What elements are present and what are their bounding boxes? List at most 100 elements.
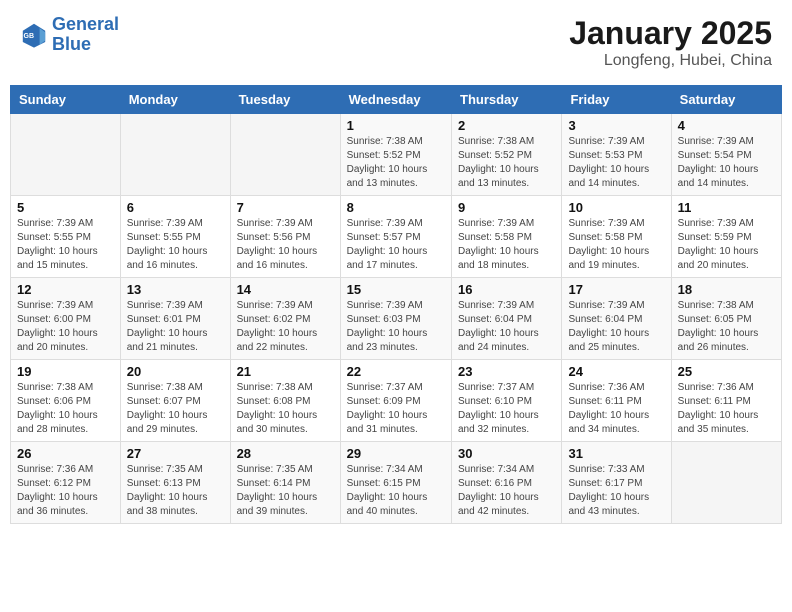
weekday-header-thursday: Thursday: [452, 86, 562, 114]
day-info: Sunrise: 7:38 AM Sunset: 5:52 PM Dayligh…: [347, 135, 445, 191]
calendar-cell: 7 Sunrise: 7:39 AM Sunset: 5:56 PM Daylig…: [230, 196, 340, 278]
day-number: 10: [568, 200, 664, 215]
calendar-cell: 2Sunrise: 7:38 AM Sunset: 5:52 PM Daylig…: [452, 114, 562, 196]
location-title: Longfeng, Hubei, China: [569, 52, 772, 70]
day-info: Sunrise: 7:39 AM Sunset: 5:53 PM Dayligh…: [568, 135, 664, 191]
calendar-cell: 29 Sunrise: 7:34 AM Sunset: 6:15 PM Dayli…: [340, 442, 451, 524]
calendar-week-row: 19Sunrise: 7:38 AM Sunset: 6:06 PM Dayli…: [11, 360, 782, 442]
day-info: Sunrise: 7:39 AM Sunset: 6:00 PM Dayligh…: [17, 299, 114, 355]
day-info: Sunrise: 7:35 AM Sunset: 6:13 PM Dayligh…: [127, 463, 224, 519]
calendar-cell: 13 Sunrise: 7:39 AM Sunset: 6:01 PM Dayli…: [120, 278, 230, 360]
day-number: 26: [17, 446, 114, 461]
day-info: Sunrise: 7:39 AM Sunset: 5:56 PM Dayligh…: [237, 217, 334, 273]
calendar-cell: 11 Sunrise: 7:39 AM Sunset: 5:59 PM Dayli…: [671, 196, 781, 278]
day-info: Sunrise: 7:39 AM Sunset: 5:57 PM Dayligh…: [347, 217, 445, 273]
day-info: Sunrise: 7:33 AM Sunset: 6:17 PM Dayligh…: [568, 463, 664, 519]
logo-line2: Blue: [52, 34, 91, 54]
calendar-cell: 10 Sunrise: 7:39 AM Sunset: 5:58 PM Dayli…: [562, 196, 671, 278]
weekday-header-saturday: Saturday: [671, 86, 781, 114]
day-info: Sunrise: 7:37 AM Sunset: 6:10 PM Dayligh…: [458, 381, 555, 437]
calendar-table: SundayMondayTuesdayWednesdayThursdayFrid…: [10, 85, 782, 524]
day-info: Sunrise: 7:39 AM Sunset: 6:02 PM Dayligh…: [237, 299, 334, 355]
weekday-header-monday: Monday: [120, 86, 230, 114]
calendar-cell: 21 Sunrise: 7:38 AM Sunset: 6:08 PM Dayli…: [230, 360, 340, 442]
calendar-week-row: 5 Sunrise: 7:39 AM Sunset: 5:55 PM Daylig…: [11, 196, 782, 278]
page-header: GB General Blue January 2025 Longfeng, H…: [10, 10, 782, 75]
day-number: 18: [678, 282, 775, 297]
calendar-cell: [230, 114, 340, 196]
day-info: Sunrise: 7:37 AM Sunset: 6:09 PM Dayligh…: [347, 381, 445, 437]
day-info: Sunrise: 7:39 AM Sunset: 5:59 PM Dayligh…: [678, 217, 775, 273]
day-number: 11: [678, 200, 775, 215]
day-info: Sunrise: 7:39 AM Sunset: 5:58 PM Dayligh…: [568, 217, 664, 273]
logo-line1: General: [52, 14, 119, 34]
day-info: Sunrise: 7:36 AM Sunset: 6:11 PM Dayligh…: [678, 381, 775, 437]
calendar-cell: 25 Sunrise: 7:36 AM Sunset: 6:11 PM Dayli…: [671, 360, 781, 442]
day-number: 24: [568, 364, 664, 379]
day-info: Sunrise: 7:38 AM Sunset: 6:08 PM Dayligh…: [237, 381, 334, 437]
day-info: Sunrise: 7:38 AM Sunset: 6:06 PM Dayligh…: [17, 381, 114, 437]
calendar-cell: [120, 114, 230, 196]
calendar-cell: [671, 442, 781, 524]
day-number: 17: [568, 282, 664, 297]
day-info: Sunrise: 7:36 AM Sunset: 6:11 PM Dayligh…: [568, 381, 664, 437]
day-info: Sunrise: 7:39 AM Sunset: 5:55 PM Dayligh…: [127, 217, 224, 273]
day-number: 7: [237, 200, 334, 215]
day-info: Sunrise: 7:34 AM Sunset: 6:15 PM Dayligh…: [347, 463, 445, 519]
day-number: 21: [237, 364, 334, 379]
day-number: 25: [678, 364, 775, 379]
day-info: Sunrise: 7:39 AM Sunset: 5:58 PM Dayligh…: [458, 217, 555, 273]
day-number: 16: [458, 282, 555, 297]
calendar-cell: 14 Sunrise: 7:39 AM Sunset: 6:02 PM Dayli…: [230, 278, 340, 360]
weekday-header-row: SundayMondayTuesdayWednesdayThursdayFrid…: [11, 86, 782, 114]
month-title: January 2025: [569, 15, 772, 52]
calendar-cell: 28 Sunrise: 7:35 AM Sunset: 6:14 PM Dayli…: [230, 442, 340, 524]
day-info: Sunrise: 7:39 AM Sunset: 5:55 PM Dayligh…: [17, 217, 114, 273]
calendar-cell: 1 Sunrise: 7:38 AM Sunset: 5:52 PM Daylig…: [340, 114, 451, 196]
calendar-cell: 12 Sunrise: 7:39 AM Sunset: 6:00 PM Dayli…: [11, 278, 121, 360]
day-info: Sunrise: 7:35 AM Sunset: 6:14 PM Dayligh…: [237, 463, 334, 519]
day-number: 13: [127, 282, 224, 297]
weekday-header-friday: Friday: [562, 86, 671, 114]
calendar-cell: 19Sunrise: 7:38 AM Sunset: 6:06 PM Dayli…: [11, 360, 121, 442]
day-info: Sunrise: 7:38 AM Sunset: 6:05 PM Dayligh…: [678, 299, 775, 355]
day-number: 27: [127, 446, 224, 461]
day-number: 31: [568, 446, 664, 461]
day-info: Sunrise: 7:39 AM Sunset: 6:01 PM Dayligh…: [127, 299, 224, 355]
calendar-cell: 20Sunrise: 7:38 AM Sunset: 6:07 PM Dayli…: [120, 360, 230, 442]
day-number: 1: [347, 118, 445, 133]
calendar-cell: 15Sunrise: 7:39 AM Sunset: 6:03 PM Dayli…: [340, 278, 451, 360]
calendar-week-row: 12 Sunrise: 7:39 AM Sunset: 6:00 PM Dayli…: [11, 278, 782, 360]
day-info: Sunrise: 7:34 AM Sunset: 6:16 PM Dayligh…: [458, 463, 555, 519]
day-number: 14: [237, 282, 334, 297]
day-number: 6: [127, 200, 224, 215]
calendar-cell: 27 Sunrise: 7:35 AM Sunset: 6:13 PM Dayli…: [120, 442, 230, 524]
day-info: Sunrise: 7:36 AM Sunset: 6:12 PM Dayligh…: [17, 463, 114, 519]
day-number: 22: [347, 364, 445, 379]
calendar-cell: 16Sunrise: 7:39 AM Sunset: 6:04 PM Dayli…: [452, 278, 562, 360]
calendar-cell: 9 Sunrise: 7:39 AM Sunset: 5:58 PM Daylig…: [452, 196, 562, 278]
day-number: 15: [347, 282, 445, 297]
day-number: 5: [17, 200, 114, 215]
calendar-cell: 30Sunrise: 7:34 AM Sunset: 6:16 PM Dayli…: [452, 442, 562, 524]
day-number: 28: [237, 446, 334, 461]
day-number: 2: [458, 118, 555, 133]
calendar-cell: 4Sunrise: 7:39 AM Sunset: 5:54 PM Daylig…: [671, 114, 781, 196]
day-number: 29: [347, 446, 445, 461]
weekday-header-tuesday: Tuesday: [230, 86, 340, 114]
calendar-cell: 5 Sunrise: 7:39 AM Sunset: 5:55 PM Daylig…: [11, 196, 121, 278]
day-number: 8: [347, 200, 445, 215]
calendar-cell: 24 Sunrise: 7:36 AM Sunset: 6:11 PM Dayli…: [562, 360, 671, 442]
day-number: 9: [458, 200, 555, 215]
calendar-cell: 17 Sunrise: 7:39 AM Sunset: 6:04 PM Dayli…: [562, 278, 671, 360]
day-number: 20: [127, 364, 224, 379]
weekday-header-sunday: Sunday: [11, 86, 121, 114]
calendar-week-row: 26 Sunrise: 7:36 AM Sunset: 6:12 PM Dayli…: [11, 442, 782, 524]
day-info: Sunrise: 7:39 AM Sunset: 6:04 PM Dayligh…: [568, 299, 664, 355]
calendar-cell: 23Sunrise: 7:37 AM Sunset: 6:10 PM Dayli…: [452, 360, 562, 442]
weekday-header-wednesday: Wednesday: [340, 86, 451, 114]
calendar-cell: 26 Sunrise: 7:36 AM Sunset: 6:12 PM Dayli…: [11, 442, 121, 524]
day-number: 12: [17, 282, 114, 297]
calendar-week-row: 1 Sunrise: 7:38 AM Sunset: 5:52 PM Daylig…: [11, 114, 782, 196]
day-number: 3: [568, 118, 664, 133]
